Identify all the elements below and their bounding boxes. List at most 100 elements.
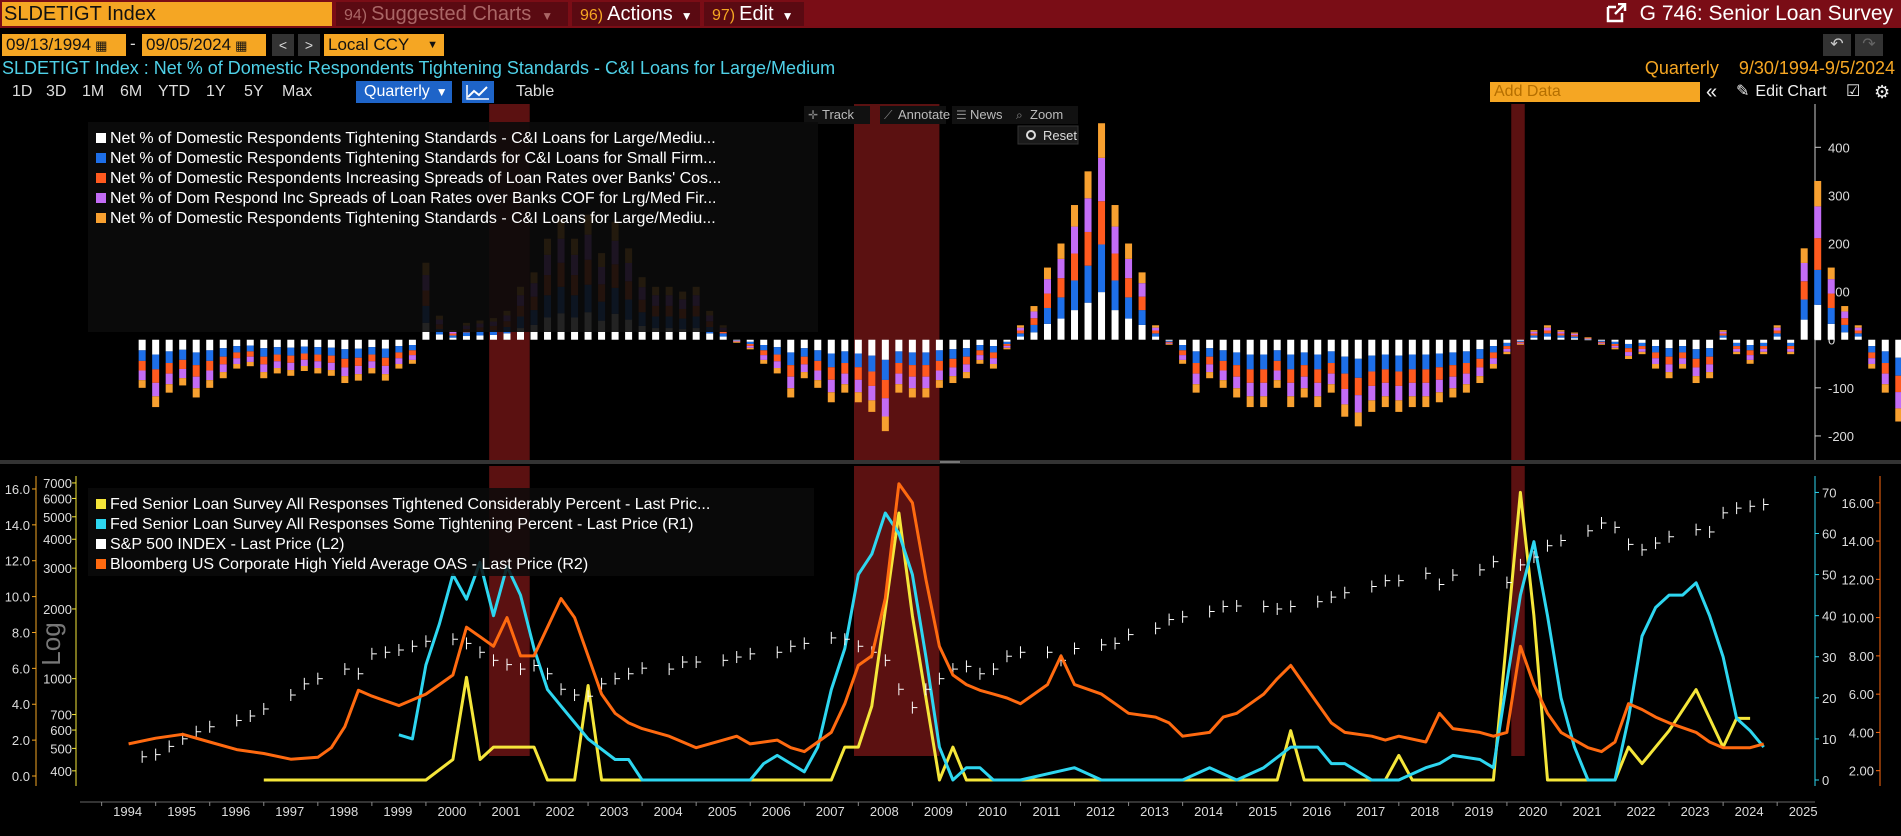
edit-chart-button[interactable]: ✎ Edit Chart [1736,81,1827,103]
bar-segment [165,384,173,393]
bar-segment [949,339,957,350]
bar-segment [881,359,889,380]
bar-segment [1503,351,1511,355]
bar-segment [1192,339,1200,352]
timeframe-1y[interactable]: 1Y [198,81,234,103]
r1-tick-label: 60 [1822,527,1836,542]
bar-segment [1287,369,1295,383]
legend-entry: Net % of Domestic Respondents Tightening… [110,210,716,227]
frequency-select[interactable]: Quarterly ▼ [356,81,452,103]
period-range: Quarterly 9/30/1994-9/5/2024 [1644,58,1895,78]
prev-period-button[interactable]: < [272,34,294,56]
bar-segment [895,339,903,352]
timeframe-6m[interactable]: 6M [112,81,150,103]
bar-segment [1206,364,1214,373]
bar-segment [1206,339,1214,349]
bar-segment [1611,347,1619,350]
redo-icon[interactable]: ↷ [1855,34,1883,56]
graph-title[interactable]: G 746: Senior Loan Survey [1606,2,1893,26]
timeframe-5y[interactable]: 5Y [236,81,272,103]
bar-segment [1489,358,1497,364]
timeframe-1m[interactable]: 1M [74,81,112,103]
currency-select[interactable]: Local CCY ▼ [324,34,444,56]
bar-segment [1489,339,1497,347]
bar-segment [219,348,227,357]
gear-icon[interactable]: ⚙ [1874,81,1890,103]
timeframe-max[interactable]: Max [274,81,320,103]
bar-segment [827,367,835,380]
menu-label: Actions [607,3,673,25]
r1-tick-label: 20 [1822,691,1836,706]
bar-segment [1395,371,1403,386]
bar-segment [395,363,403,369]
edit-menu[interactable]: 97) Edit ▼ [704,2,804,26]
bar-segment [179,368,187,379]
suggested-charts-menu[interactable]: 94) Suggested Charts ▼ [336,2,568,26]
line-chart-toggle[interactable] [462,81,494,103]
bar-segment [1800,248,1808,263]
bar-segment [1287,382,1295,397]
start-date-field[interactable]: 09/13/1994 ▦ [2,34,126,56]
bar-segment [1192,384,1200,393]
bar-segment [381,357,389,366]
bar-segment [1760,342,1768,347]
bar-segment [192,388,200,398]
bar-segment [1071,280,1079,311]
timeframe-3d[interactable]: 3D [38,81,74,103]
bar-segment [1625,348,1633,353]
bar-segment [233,352,241,359]
r2-tick-label: 6.00 [1849,687,1874,702]
bar-segment [922,339,930,353]
bar-segment [1219,350,1227,361]
chart-area[interactable]: 4003002001000-100-200✛ Track ⟋ Annotate ☰ New… [0,104,1901,836]
actions-menu[interactable]: 96) Actions ▼ [572,2,700,26]
bar-segment [1800,281,1808,300]
bar-segment [1314,396,1322,408]
bar-segment [1435,339,1443,354]
y-tick-label: 200 [1828,237,1850,252]
l2-tick-label: 700 [50,708,72,723]
bar-segment [1422,369,1430,383]
bar-segment [746,341,754,344]
timeframe-ytd[interactable]: YTD [150,81,198,103]
bar-segment [233,339,241,347]
track-icon: ✛ [808,108,818,122]
undo-icon[interactable]: ↶ [1823,34,1851,56]
chart-settings-icon[interactable]: ☑ [1846,81,1860,103]
collapse-icon[interactable]: « [1706,81,1717,103]
bar-segment [1408,369,1416,383]
x-tick-label: 2016 [1302,804,1331,819]
bar-segment [787,339,795,353]
bar-segment [935,339,943,351]
table-button[interactable]: Table [508,81,562,103]
menu-label: Suggested Charts [371,3,532,25]
bar-segment [1476,367,1484,377]
bar-segment [1003,347,1011,350]
bar-segment [1449,365,1457,377]
bar-segment [1395,355,1403,372]
bar-segment [1638,342,1646,347]
x-tick-label: 2001 [492,804,521,819]
bar-segment [1489,352,1497,359]
bar-segment [1881,351,1889,364]
next-period-button[interactable]: > [298,34,320,56]
add-data-input[interactable]: Add Data [1490,82,1700,102]
bar-segment [1030,311,1038,319]
bar-segment [1395,400,1403,412]
ticker-input[interactable]: SLDETIGT Index [2,2,332,26]
timeframe-1d[interactable]: 1D [4,81,40,103]
bar-segment [1854,327,1862,331]
bar-segment [1800,319,1808,340]
bar-segment [1125,297,1133,319]
bar-segment [1800,262,1808,282]
bar-segment [962,339,970,349]
r1-tick-label: 0 [1822,773,1829,788]
legend-swatch [96,173,106,183]
bar-segment [1368,339,1376,356]
bar-segment [1746,345,1754,351]
bar-segment [976,339,984,346]
r1-tick-label: 40 [1822,609,1836,624]
end-date-field[interactable]: 09/05/2024 ▦ [142,34,266,56]
bar-segment [1084,265,1092,303]
log-axis-label: Log [36,622,66,665]
